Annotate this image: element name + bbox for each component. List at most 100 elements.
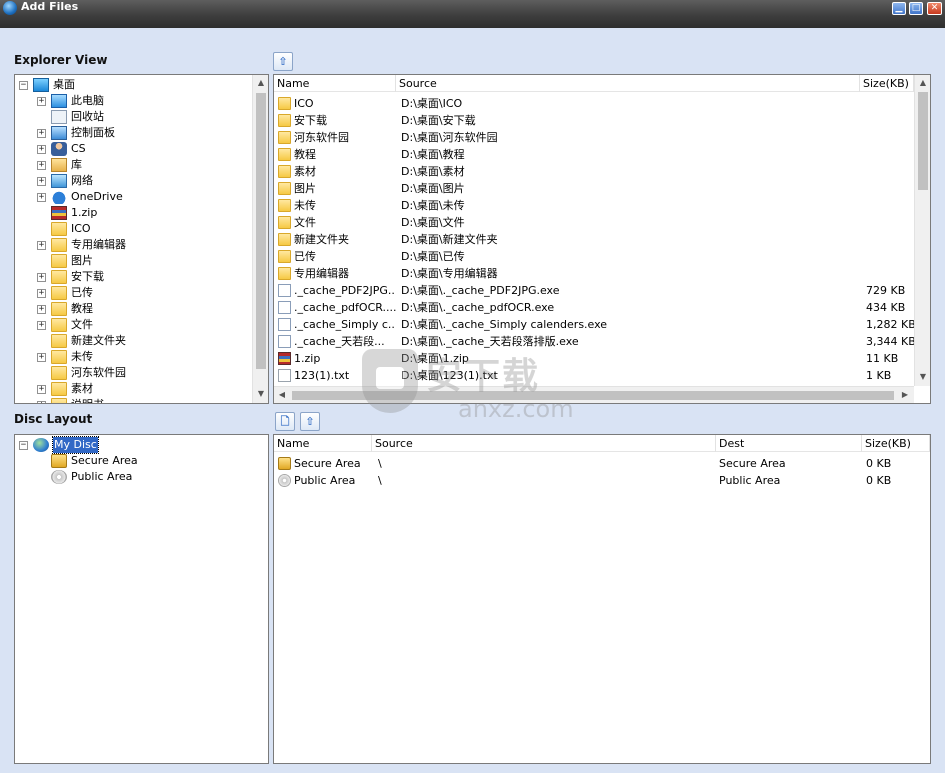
- list-row[interactable]: 123(1).txt D:\桌面\123(1).txt 1 KB: [274, 367, 914, 384]
- expand-icon[interactable]: +: [37, 353, 46, 362]
- tree-node[interactable]: + 文件: [15, 317, 250, 333]
- list-row[interactable]: 教程 D:\桌面\教程: [274, 146, 914, 163]
- list-row[interactable]: 文件 D:\桌面\文件: [274, 214, 914, 231]
- expand-icon[interactable]: +: [37, 401, 46, 403]
- collapse-icon[interactable]: −: [19, 441, 28, 450]
- explorer-list-hscrollbar[interactable]: ◀ ▶: [274, 386, 914, 403]
- list-row[interactable]: Public Area \ Public Area 0 KB: [274, 472, 914, 489]
- cell-name-text: ICO: [294, 97, 314, 110]
- list-row[interactable]: 河东软件园 D:\桌面\河东软件园: [274, 129, 914, 146]
- scroll-right-icon[interactable]: ▶: [897, 387, 913, 403]
- folder-icon: [278, 216, 291, 229]
- tree-node[interactable]: + OneDrive: [15, 189, 250, 205]
- tree-node[interactable]: + 素材: [15, 381, 250, 397]
- tree-node[interactable]: + 教程: [15, 301, 250, 317]
- disc-up-button[interactable]: ⇧: [300, 412, 320, 431]
- scroll-left-icon[interactable]: ◀: [274, 387, 290, 403]
- scroll-thumb[interactable]: [918, 92, 928, 190]
- expand-icon[interactable]: +: [37, 145, 46, 154]
- scroll-thumb[interactable]: [256, 93, 266, 369]
- explorer-list-vscrollbar[interactable]: ▲ ▼: [914, 75, 930, 386]
- close-button[interactable]: ✕: [927, 2, 942, 15]
- list-row[interactable]: ._cache_Simply c... D:\桌面\._cache_Simply …: [274, 316, 914, 333]
- tree-node[interactable]: 新建文件夹: [15, 333, 250, 349]
- tree-node[interactable]: + 安下载: [15, 269, 250, 285]
- cell-name: 河东软件园: [278, 129, 396, 146]
- expand-icon[interactable]: +: [37, 97, 46, 106]
- explorer-tree-panel[interactable]: − 桌面 + 此电脑 回收站 + 控制面板 + CS + 库 + 网络 + OneDrive 1.zip ICO…: [14, 74, 269, 404]
- expand-icon[interactable]: +: [37, 385, 46, 394]
- tree-node[interactable]: + 专用编辑器: [15, 237, 250, 253]
- tree-node[interactable]: 河东软件园: [15, 365, 250, 381]
- collapse-icon[interactable]: −: [19, 81, 28, 90]
- tree-node-label: CS: [71, 142, 86, 155]
- column-header-source[interactable]: Source: [396, 75, 860, 92]
- expand-icon[interactable]: +: [37, 193, 46, 202]
- new-folder-button[interactable]: 🗋: [275, 412, 295, 431]
- go-up-button[interactable]: ⇧: [273, 52, 293, 71]
- scroll-down-icon[interactable]: ▼: [253, 386, 268, 402]
- list-row[interactable]: 图片 D:\桌面\图片: [274, 180, 914, 197]
- explorer-list-panel[interactable]: Name Source Size(KB) ICO D:\桌面\ICO 安下载 D:\桌…: [273, 74, 931, 404]
- tree-node[interactable]: + 控制面板: [15, 125, 250, 141]
- list-row[interactable]: 安下载 D:\桌面\安下载: [274, 112, 914, 129]
- new-folder-icon: 🗋: [280, 415, 290, 428]
- folder-icon: [278, 148, 291, 161]
- scroll-up-icon[interactable]: ▲: [915, 75, 930, 91]
- scroll-thumb[interactable]: [292, 391, 894, 400]
- tree-node[interactable]: 回收站: [15, 109, 250, 125]
- expand-icon[interactable]: +: [37, 321, 46, 330]
- list-row[interactable]: 新建文件夹 D:\桌面\新建文件夹: [274, 231, 914, 248]
- tree-node[interactable]: + 说明书: [15, 397, 250, 403]
- up-arrow-icon: ⇧: [278, 55, 288, 68]
- column-header-size[interactable]: Size(KB): [860, 75, 914, 92]
- tree-node-label: 素材: [71, 382, 93, 395]
- column-header-name[interactable]: Name: [274, 435, 372, 452]
- tree-node[interactable]: + 网络: [15, 173, 250, 189]
- expand-icon[interactable]: +: [37, 273, 46, 282]
- expand-icon[interactable]: +: [37, 289, 46, 298]
- list-row[interactable]: ._cache_天若段... D:\桌面\._cache_天若段落排版.exe 3,…: [274, 333, 914, 350]
- tree-node[interactable]: − My Disc: [15, 436, 250, 454]
- list-row[interactable]: ._cache_PDF2JPG... D:\桌面\._cache_PDF2JPG.…: [274, 282, 914, 299]
- list-row[interactable]: 已传 D:\桌面\已传: [274, 248, 914, 265]
- column-header-source[interactable]: Source: [372, 435, 716, 452]
- list-row[interactable]: 1.zip D:\桌面\1.zip 11 KB: [274, 350, 914, 367]
- tree-node[interactable]: + 库: [15, 157, 250, 173]
- scroll-down-icon[interactable]: ▼: [915, 369, 930, 385]
- cell-name-text: ._cache_pdfOCR....: [294, 301, 396, 314]
- tree-node[interactable]: ICO: [15, 221, 250, 237]
- explorer-tree-scrollbar[interactable]: ▲ ▼: [252, 75, 268, 403]
- tree-node[interactable]: Secure Area: [15, 453, 250, 469]
- list-row[interactable]: 专用编辑器 D:\桌面\专用编辑器: [274, 265, 914, 282]
- list-row[interactable]: 素材 D:\桌面\素材: [274, 163, 914, 180]
- tree-node[interactable]: + 未传: [15, 349, 250, 365]
- minimize-button[interactable]: ▁: [892, 2, 906, 15]
- cell-size: [866, 112, 914, 129]
- maximize-button[interactable]: □: [909, 2, 923, 15]
- list-row[interactable]: 未传 D:\桌面\未传: [274, 197, 914, 214]
- disc-tree-panel[interactable]: − My Disc Secure Area Public Area: [14, 434, 269, 764]
- column-header-size[interactable]: Size(KB): [862, 435, 930, 452]
- list-row[interactable]: ICO D:\桌面\ICO: [274, 95, 914, 112]
- tree-node[interactable]: 1.zip: [15, 205, 250, 221]
- tree-node[interactable]: + 已传: [15, 285, 250, 301]
- column-header-name[interactable]: Name: [274, 75, 396, 92]
- expand-icon[interactable]: +: [37, 305, 46, 314]
- expand-icon[interactable]: +: [37, 129, 46, 138]
- tree-node[interactable]: Public Area: [15, 469, 250, 485]
- recycle-icon: [51, 110, 67, 124]
- expand-icon[interactable]: +: [37, 177, 46, 186]
- tree-node[interactable]: + CS: [15, 141, 250, 157]
- expand-icon[interactable]: +: [37, 241, 46, 250]
- disc-list-panel[interactable]: Name Source Dest Size(KB) Secure Area \ Se…: [273, 434, 931, 764]
- list-row[interactable]: Secure Area \ Secure Area 0 KB: [274, 455, 914, 472]
- column-header-dest[interactable]: Dest: [716, 435, 862, 452]
- scroll-up-icon[interactable]: ▲: [253, 75, 268, 91]
- tree-node[interactable]: − 桌面: [15, 77, 250, 93]
- tree-node[interactable]: 图片: [15, 253, 250, 269]
- list-row[interactable]: ._cache_pdfOCR.... D:\桌面\._cache_pdfOCR.e…: [274, 299, 914, 316]
- control-panel-icon: [51, 126, 67, 140]
- tree-node[interactable]: + 此电脑: [15, 93, 250, 109]
- expand-icon[interactable]: +: [37, 161, 46, 170]
